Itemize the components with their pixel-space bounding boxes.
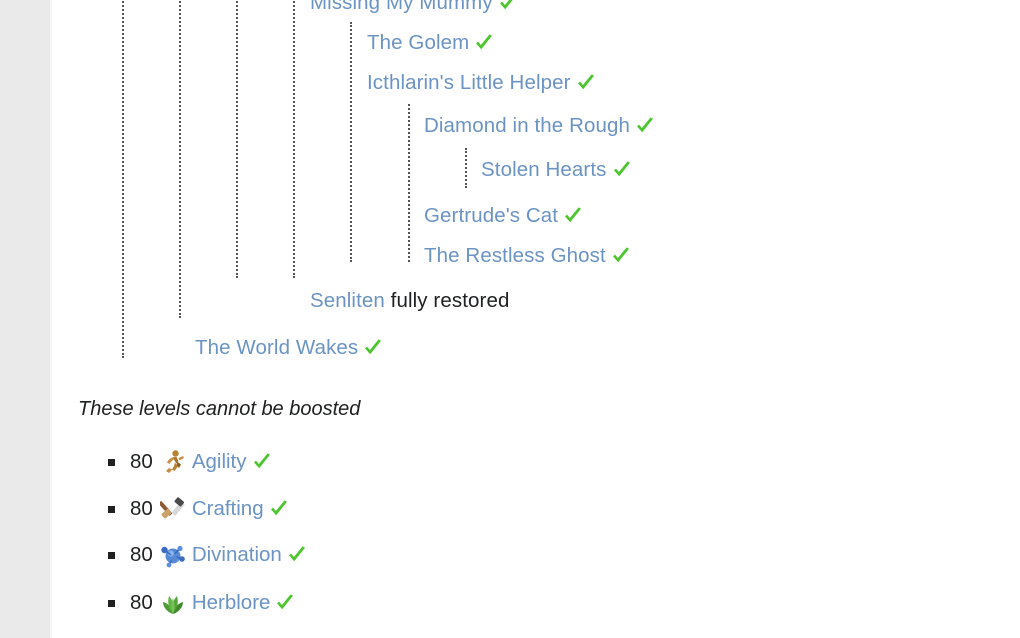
quest-link[interactable]: The World Wakes: [195, 336, 358, 359]
tree-guide-line: [122, 0, 124, 358]
levels-cannot-be-boosted-note: These levels cannot be boosted: [78, 398, 361, 420]
crafting-icon: [159, 496, 186, 522]
quest-link[interactable]: The Golem: [367, 31, 469, 54]
completed-check-icon: [611, 247, 631, 265]
completed-check-icon: [252, 453, 272, 471]
list-bullet: [108, 505, 115, 513]
quest-tree-row: Icthlarin's Little Helper: [367, 72, 596, 94]
quest-link[interactable]: Senliten: [310, 289, 385, 312]
skill-link[interactable]: Herblore: [192, 591, 271, 615]
completed-check-icon: [287, 546, 307, 564]
tree-guide-line: [179, 0, 181, 318]
list-bullet: [108, 458, 115, 466]
quest-row-suffix: fully restored: [384, 289, 510, 312]
skill-link[interactable]: Agility: [192, 450, 247, 474]
skill-link[interactable]: Crafting: [192, 497, 264, 521]
skill-requirement-row: 80 Crafting: [108, 487, 289, 531]
agility-icon: [160, 449, 186, 475]
tree-guide-line: [350, 22, 352, 262]
quest-tree-row: Stolen Hearts: [481, 159, 632, 181]
completed-check-icon: [612, 161, 632, 179]
tree-guide-line: [465, 148, 467, 188]
herblore-icon: [160, 590, 186, 616]
skill-requirement-row: 80Farming: [108, 628, 292, 638]
quest-tree-row: Missing My Mummy: [310, 0, 518, 14]
divination-icon: [160, 542, 186, 568]
skill-level: 80: [130, 450, 153, 473]
completed-check-icon: [275, 594, 295, 612]
tree-guide-line: [408, 104, 410, 262]
list-bullet: [108, 551, 115, 559]
quest-tree-row: Senliten fully restored: [310, 290, 509, 312]
completed-check-icon: [563, 207, 583, 225]
skill-requirement-row: 80 Agility: [108, 440, 272, 484]
completed-check-icon: [498, 0, 518, 12]
quest-tree-row: Diamond in the Rough: [424, 115, 655, 137]
completed-check-icon: [635, 117, 655, 135]
quest-link[interactable]: Missing My Mummy: [310, 0, 493, 14]
quest-link[interactable]: The Restless Ghost: [424, 244, 606, 267]
quest-tree-row: The World Wakes: [195, 337, 383, 359]
quest-tree-row: The Golem: [367, 32, 494, 54]
quest-link[interactable]: Diamond in the Rough: [424, 114, 630, 137]
list-bullet: [108, 599, 115, 607]
skill-level: 80: [130, 543, 153, 566]
quest-link[interactable]: Icthlarin's Little Helper: [367, 71, 571, 94]
skill-requirement-row: 80 Herblore: [108, 581, 295, 625]
skill-level: 80: [130, 497, 153, 520]
tree-guide-line: [293, 0, 295, 278]
completed-check-icon: [363, 339, 383, 357]
completed-check-icon: [474, 34, 494, 52]
quest-link[interactable]: Gertrude's Cat: [424, 204, 558, 227]
completed-check-icon: [269, 500, 289, 518]
skill-requirement-row: 80 Divination: [108, 533, 307, 577]
skill-level: 80: [130, 591, 153, 614]
quest-tree-row: The Restless Ghost: [424, 245, 631, 267]
quest-requirement-tree: Missing My Mummy The Golem Icthlarin's Lit…: [0, 0, 1020, 378]
tree-guide-line: [236, 0, 238, 278]
completed-check-icon: [576, 74, 596, 92]
wiki-page-content: Missing My Mummy The Golem Icthlarin's Lit…: [0, 0, 1020, 638]
quest-link[interactable]: Stolen Hearts: [481, 158, 607, 181]
quest-tree-row: Gertrude's Cat: [424, 205, 583, 227]
skill-link[interactable]: Divination: [192, 543, 282, 567]
